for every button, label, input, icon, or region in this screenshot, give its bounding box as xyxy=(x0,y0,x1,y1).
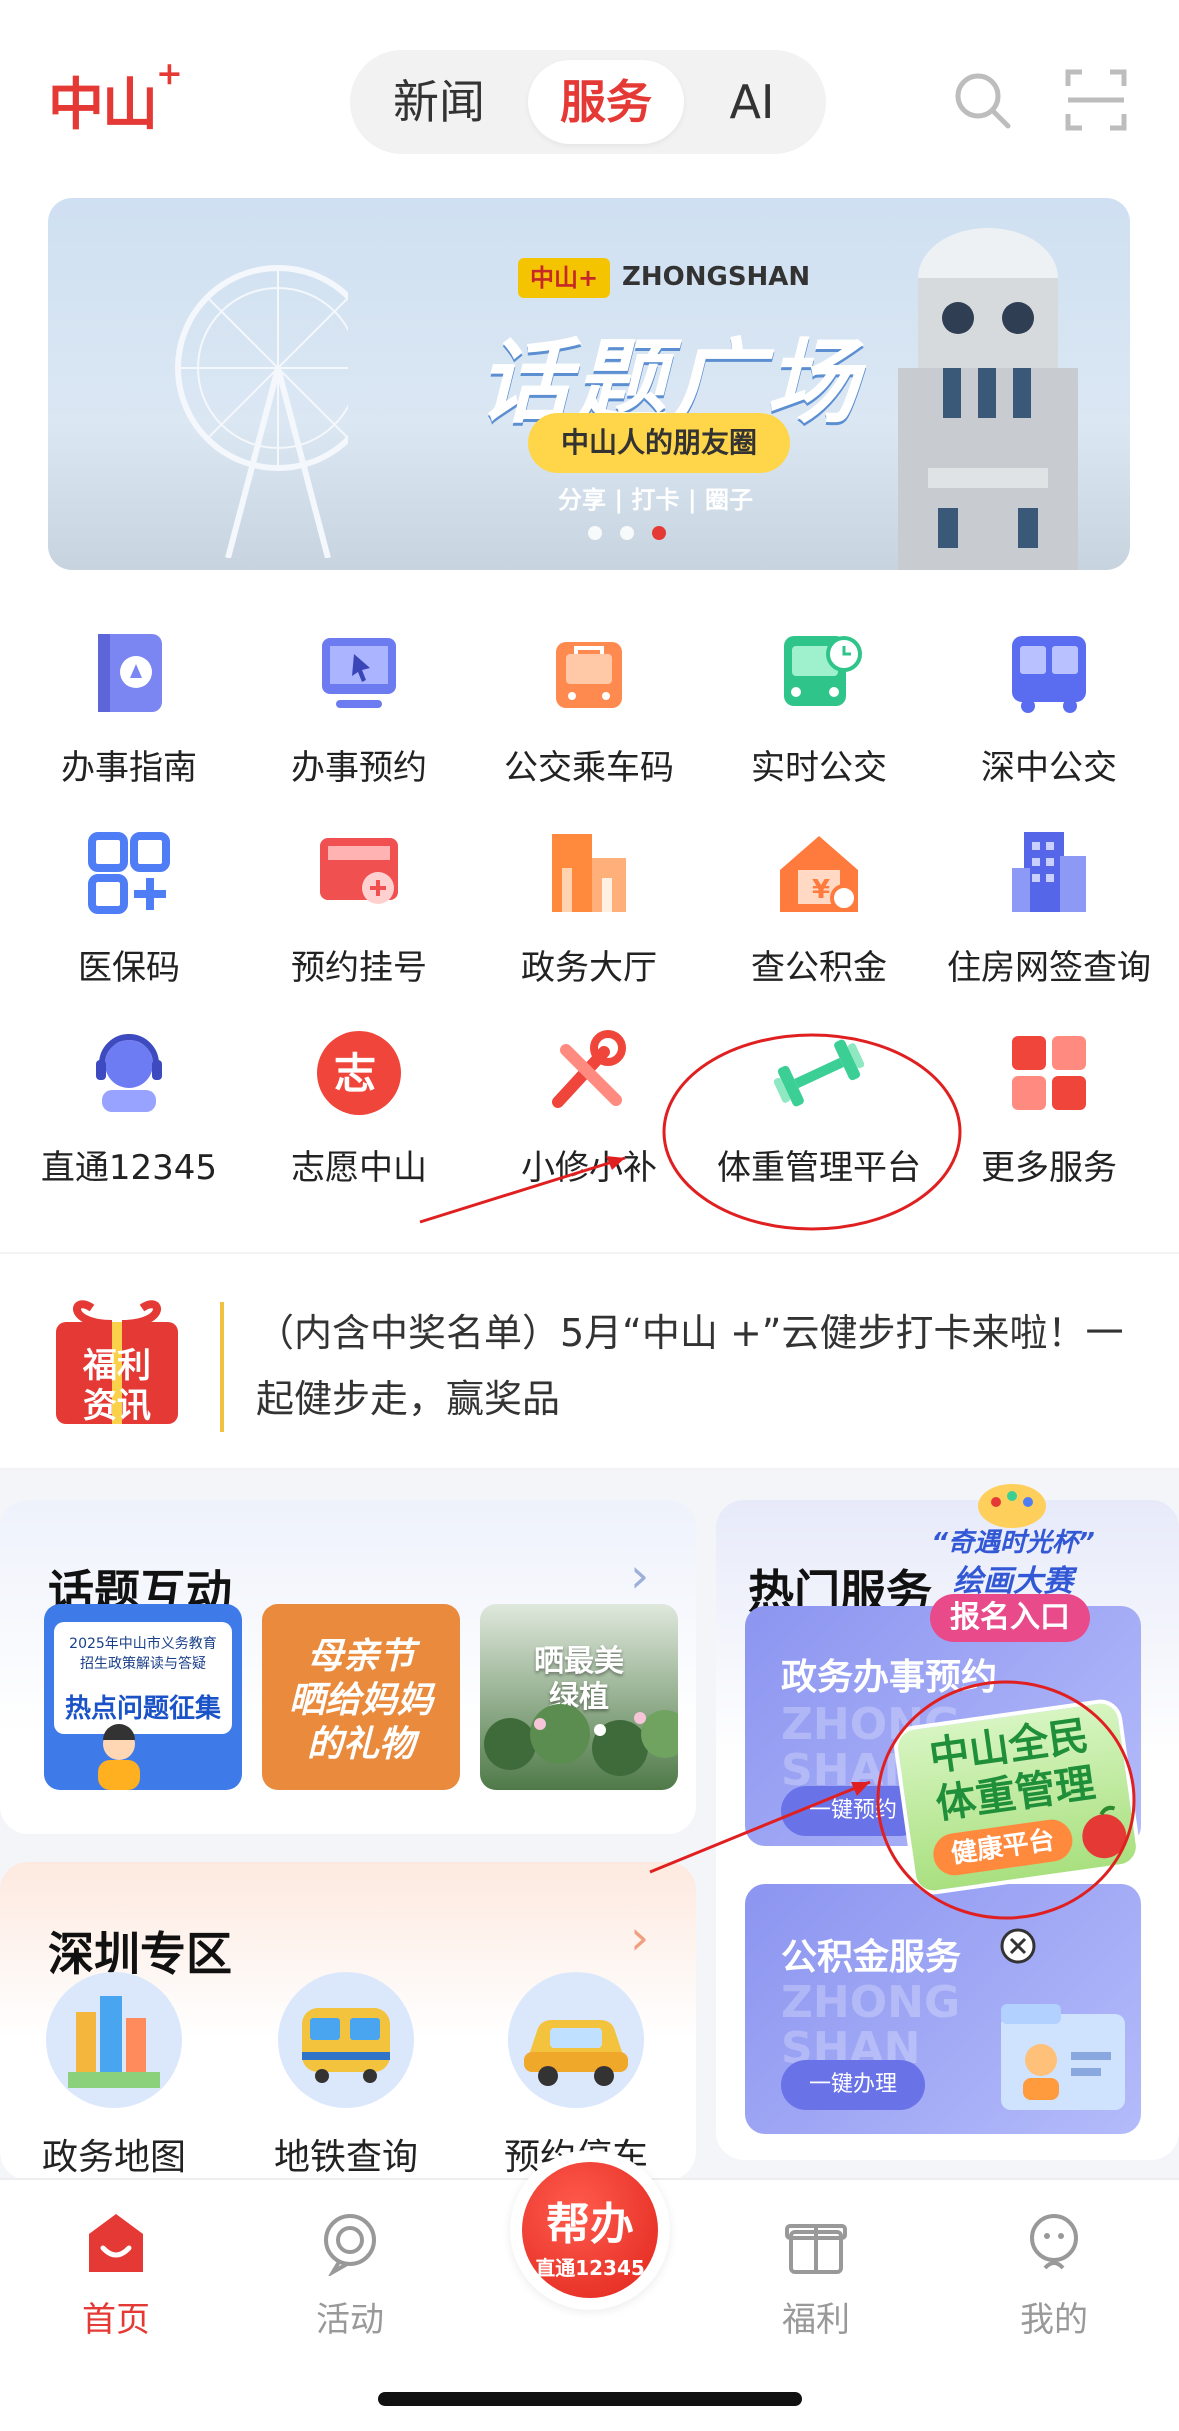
notice-text: （内含中奖名单）5月“中山 +”云健步打卡来啦！一起健步走，赢奖品 xyxy=(256,1311,1124,1421)
painting-contest-float[interactable]: “奇遇时光杯” 绘画大赛 报名入口 xyxy=(912,1478,1112,1648)
service-item[interactable]: 办事预约 xyxy=(244,628,474,789)
topic-thumb[interactable]: 晒最美绿植 xyxy=(480,1604,678,1790)
tab-news[interactable]: 新闻 xyxy=(364,60,514,144)
ferris-wheel-illustration xyxy=(175,265,348,558)
city-map-icon xyxy=(46,1972,182,2108)
metro-train-icon xyxy=(278,1972,414,2108)
chevron-right-icon[interactable]: › xyxy=(630,1910,649,1966)
top-header: 中山+ 新闻 服务 AI xyxy=(0,0,1179,190)
service-item[interactable]: 办事指南 xyxy=(14,628,244,789)
shenzhen-item[interactable]: 预约停车 xyxy=(476,1972,676,2180)
svg-text:志: 志 xyxy=(334,1049,376,1098)
banner-subtitle: 分享 | 打卡 | 圈子 xyxy=(558,486,753,514)
topic-thumb[interactable]: 母亲节 晒给妈妈 的礼物 xyxy=(262,1604,460,1790)
headset-agent-icon xyxy=(96,1034,162,1112)
app-logo[interactable]: 中山+ xyxy=(48,54,183,141)
apple-icon xyxy=(1082,1805,1127,1859)
hot-tile-housing-fund[interactable]: 公积金服务 ZHONG SHAN 一键办理 xyxy=(745,1884,1141,2134)
service-item[interactable]: 公交乘车码 xyxy=(474,628,704,789)
shenzhen-item[interactable]: 地铁查询 xyxy=(246,1972,446,2180)
house-yen-icon: ¥ xyxy=(780,836,858,912)
banner-brand-en: ZHONGSHAN xyxy=(622,262,811,292)
carousel-dot-active[interactable] xyxy=(652,526,666,540)
welfare-badge-text: 福利 资讯 xyxy=(83,1346,151,1426)
tab-ai[interactable]: AI xyxy=(690,60,814,144)
service-item[interactable]: 预约挂号 xyxy=(244,828,474,989)
bus-code-icon xyxy=(556,642,622,708)
chevron-right-icon[interactable]: › xyxy=(630,1548,649,1604)
volunteer-icon: 志 xyxy=(317,1031,401,1115)
service-item[interactable]: 直通12345 xyxy=(14,1028,244,1189)
apartment-icon xyxy=(1012,832,1086,912)
carousel-dot[interactable] xyxy=(588,526,602,540)
service-item[interactable]: 医保码 xyxy=(14,828,244,989)
car-parking-icon xyxy=(508,1972,644,2108)
shenzhen-item[interactable]: 政务地图 xyxy=(14,1972,214,2180)
gift-icon xyxy=(785,2224,847,2274)
home-indicator[interactable] xyxy=(378,2392,802,2406)
weight-management-float-badge[interactable]: 中山全民 体重管理 健康平台 xyxy=(891,1696,1143,1898)
id-card-folder-icon xyxy=(1001,2004,1125,2110)
service-item[interactable]: 小修小补 xyxy=(474,1028,704,1189)
building-icon xyxy=(552,834,626,912)
home-bag-icon xyxy=(89,2214,143,2272)
service-item[interactable]: 志 志愿中山 xyxy=(244,1028,474,1189)
help-12345-button[interactable]: 帮办 直通12345 xyxy=(510,2150,670,2310)
tab-activity[interactable]: 活动 xyxy=(280,2210,420,2341)
scan-icon[interactable] xyxy=(1064,68,1128,132)
more-grid-icon xyxy=(1012,1036,1086,1110)
service-item[interactable]: 更多服务 xyxy=(934,1028,1164,1189)
search-icon[interactable] xyxy=(950,68,1014,132)
bus-icon xyxy=(1012,636,1086,713)
one-click-handle-button[interactable]: 一键办理 xyxy=(781,2060,926,2110)
close-float-icon[interactable] xyxy=(998,1926,1038,1966)
bus-clock-icon xyxy=(784,636,862,706)
service-item[interactable]: ¥ 查公积金 xyxy=(704,828,934,989)
tools-icon xyxy=(552,1030,626,1108)
notice-divider xyxy=(220,1302,224,1432)
shenzhen-card[interactable]: 深圳专区 › 政务地图 地铁查询 预约停车 xyxy=(0,1862,696,2180)
palette-icon xyxy=(978,1484,1046,1528)
promo-banner[interactable]: 中山+ ZHONGSHAN 话题广场 中山人的朋友圈 分享 | 打卡 | 圈子 xyxy=(48,198,1130,570)
top-tab-switcher: 新闻 服务 AI xyxy=(350,50,826,154)
service-item[interactable]: 深中公交 xyxy=(934,628,1164,789)
welfare-notice[interactable]: 福利 资讯 （内含中奖名单）5月“中山 +”云健步打卡来啦！一起健步走，赢奖品 xyxy=(0,1252,1179,1470)
cartoon-figure-icon xyxy=(98,1724,140,1790)
svg-text:¥: ¥ xyxy=(812,875,830,905)
card-plus-icon xyxy=(320,838,398,904)
service-item[interactable]: 住房网签查询 xyxy=(934,828,1164,989)
grid-plus-icon xyxy=(88,832,170,914)
service-item[interactable]: 政务大厅 xyxy=(474,828,704,989)
guide-book-icon xyxy=(98,634,162,712)
topic-card[interactable]: 话题互动 › 2025年中山市义务教育 招生政策解读与答疑 热点问题征集 母亲节晒… xyxy=(0,1500,696,1834)
topic-thumb[interactable]: 2025年中山市义务教育 招生政策解读与答疑 热点问题征集 xyxy=(44,1604,242,1790)
clock-tower-illustration xyxy=(898,228,1078,570)
user-face-icon xyxy=(1030,2214,1078,2270)
activity-ring-icon xyxy=(324,2214,376,2278)
monitor-cursor-icon xyxy=(322,638,396,708)
banner-pill: 中山人的朋友圈 xyxy=(528,413,790,473)
carousel-dot[interactable] xyxy=(620,526,634,540)
banner-brand-tag: 中山+ xyxy=(518,258,611,298)
tab-services[interactable]: 服务 xyxy=(528,60,684,144)
carousel-dots[interactable] xyxy=(588,526,666,540)
tab-home[interactable]: 首页 xyxy=(46,2210,186,2341)
tab-welfare[interactable]: 福利 xyxy=(746,2210,886,2341)
service-item[interactable]: 实时公交 xyxy=(704,628,934,789)
tab-mine[interactable]: 我的 xyxy=(984,2210,1124,2341)
service-item-weight-management[interactable]: 体重管理平台 xyxy=(704,1028,934,1189)
plants-illustration xyxy=(484,1704,678,1776)
dumbbell-icon xyxy=(773,1039,865,1107)
